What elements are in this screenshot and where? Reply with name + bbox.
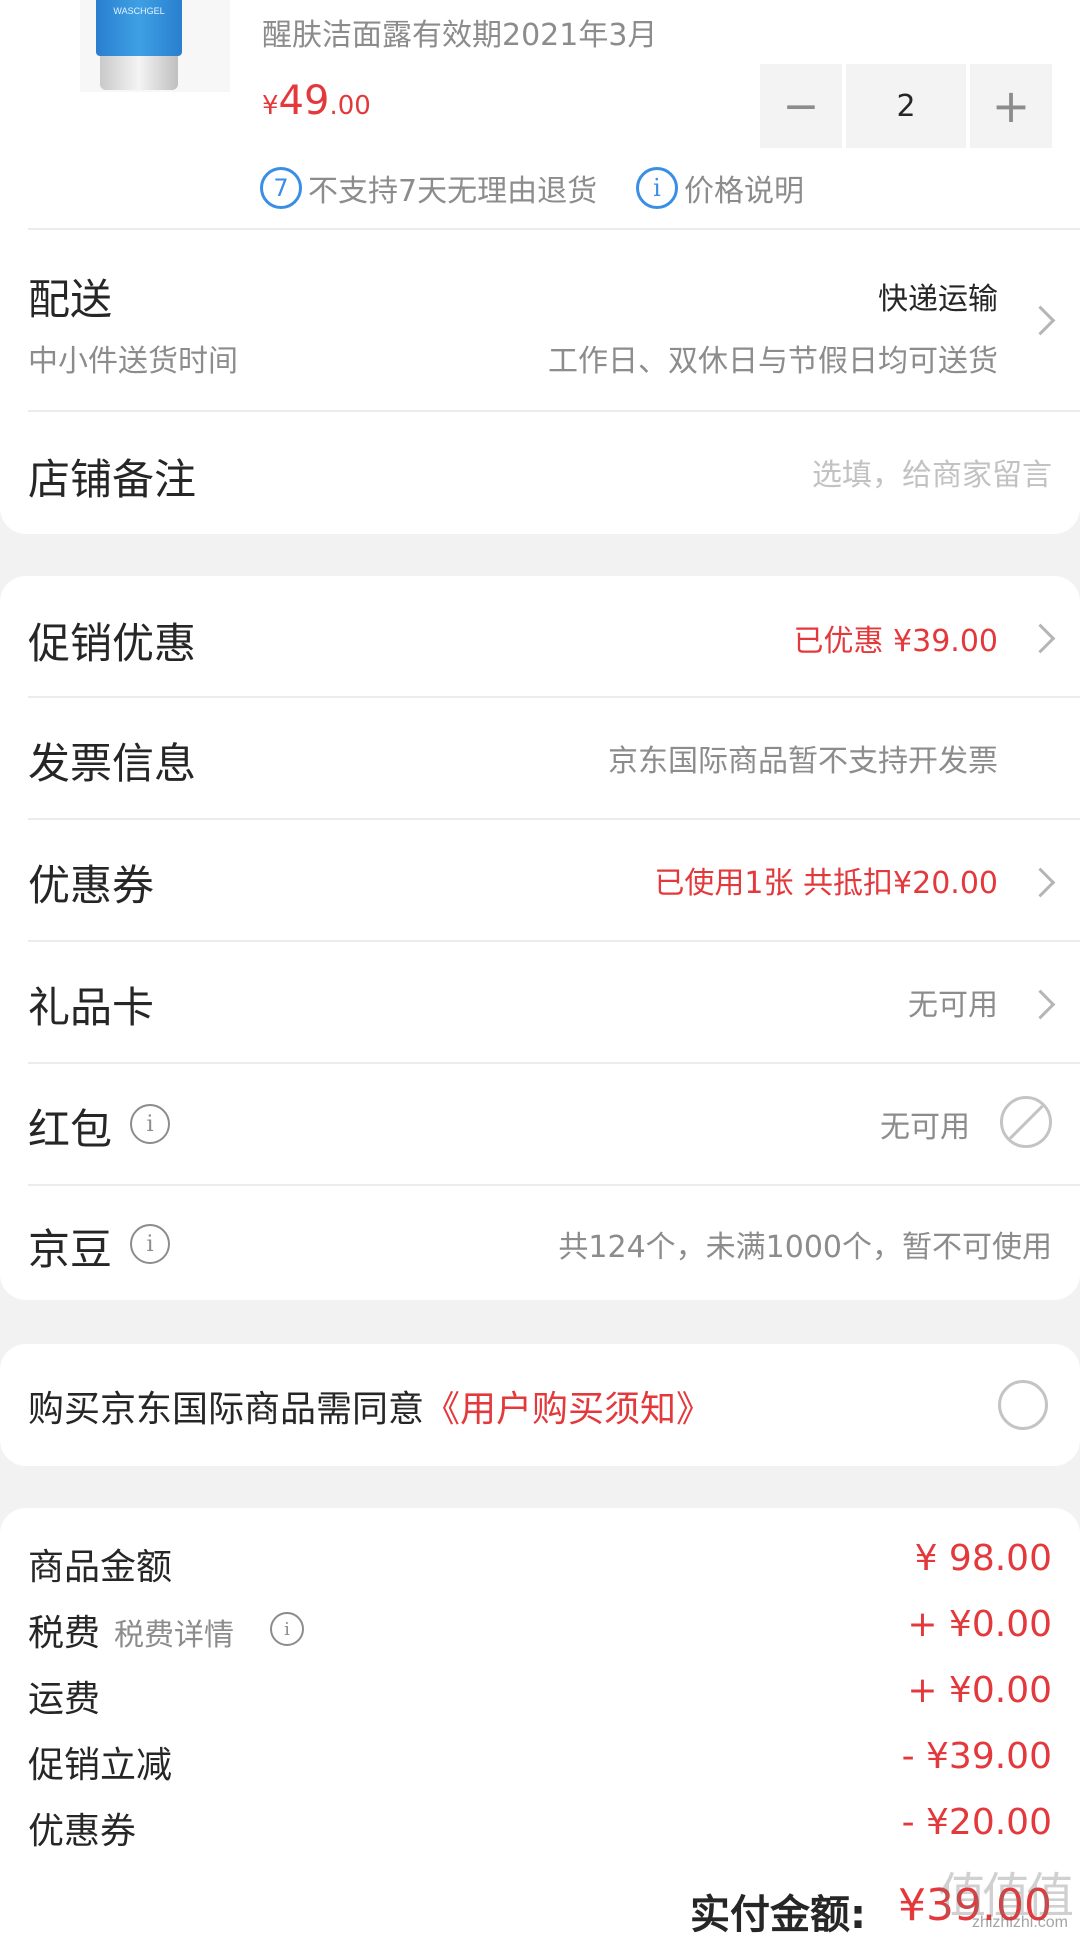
coupon-label: 优惠券 (28, 861, 155, 910)
no-return-icon: 7 (260, 167, 302, 209)
info-icon[interactable]: i (270, 1612, 304, 1646)
watermark-site: zhizhizhi.com (971, 1914, 1068, 1931)
jingdou-row[interactable]: 京豆 i 共124个，未满1000个，暂不可使用 (0, 1186, 1080, 1300)
order-options-card: 促销优惠 已优惠 ¥39.00 发票信息 京东国际商品暂不支持开发票 优惠券 已… (0, 576, 1080, 1300)
product-tube-body: WASCHGEL (96, 0, 182, 56)
minus-icon: − (782, 80, 820, 132)
info-icon-glyph: i (146, 1231, 154, 1257)
delivery-row[interactable]: 配送 快递运输 中小件送货时间 工作日、双休日与节假日均可送货 (0, 230, 1080, 410)
no-return-text: 不支持7天无理由退货 (308, 174, 598, 209)
invoice-row[interactable]: 发票信息 京东国际商品暂不支持开发票 (0, 698, 1080, 818)
chevron-right-icon (1025, 867, 1056, 898)
agreement-card: 购买京东国际商品需同意《用户购买须知》 (0, 1344, 1080, 1466)
promo-discount-value: - ¥39.00 (901, 1736, 1052, 1777)
no-return-notice[interactable]: 7 不支持7天无理由退货 (260, 166, 597, 210)
price-note-link[interactable]: i 价格说明 (636, 166, 804, 210)
store-note-row[interactable]: 店铺备注 选填，给商家留言 (0, 412, 1080, 532)
price-integer: 49 (278, 78, 330, 124)
delivery-label: 配送 (28, 275, 113, 324)
agreement-prefix: 购买京东国际商品需同意 (28, 1389, 425, 1430)
quantity-input[interactable]: 2 (846, 64, 966, 148)
product-brand-text: WASCHGEL (113, 6, 165, 16)
no-return-badge-number: 7 (273, 174, 289, 202)
product-tube-cap (100, 56, 178, 90)
agreement-text: 购买京东国际商品需同意《用户购买须知》 (28, 1380, 712, 1432)
quantity-value: 2 (896, 88, 916, 124)
promotion-value: 已优惠 ¥39.00 (793, 624, 998, 659)
purchase-terms-link[interactable]: 《用户购买须知》 (424, 1389, 712, 1430)
goods-amount-value: ¥ 98.00 (914, 1538, 1052, 1579)
delivery-time-label: 中小件送货时间 (28, 344, 238, 379)
info-icon: i (636, 167, 678, 209)
shipping-value: + ¥0.00 (907, 1670, 1052, 1711)
tax-value: + ¥0.00 (907, 1604, 1052, 1645)
info-icon-glyph: i (284, 1618, 290, 1640)
giftcard-row[interactable]: 礼品卡 无可用 (0, 942, 1080, 1062)
store-note-label: 店铺备注 (28, 455, 197, 504)
tax-label: 税费 (28, 1613, 101, 1654)
invoice-value: 京东国际商品暂不支持开发票 (608, 744, 998, 779)
redpacket-row[interactable]: 红包 i 无可用 (0, 1064, 1080, 1184)
quantity-decrease-button[interactable]: − (760, 64, 842, 148)
store-note-input[interactable]: 选填，给商家留言 (812, 450, 1052, 494)
info-icon[interactable]: i (130, 1104, 170, 1144)
price-decimal: .00 (329, 91, 371, 121)
shipping-label: 运费 (28, 1679, 101, 1720)
coupon-discount-label: 优惠券 (28, 1811, 137, 1852)
chevron-right-icon (1025, 623, 1056, 654)
plus-icon: + (991, 79, 1031, 133)
price-note-text: 价格说明 (684, 174, 804, 209)
promo-discount-label: 促销立减 (28, 1745, 173, 1786)
tax-detail-link[interactable]: 税费详情 (114, 1610, 234, 1654)
info-icon[interactable]: i (130, 1224, 170, 1264)
info-icon-glyph: i (146, 1111, 154, 1137)
delivery-method: 快递运输 (878, 282, 998, 317)
agree-checkbox[interactable] (998, 1380, 1048, 1430)
coupon-value: 已使用1张 共抵扣¥20.00 (654, 866, 998, 901)
redpacket-value: 无可用 (880, 1110, 970, 1145)
coupon-row[interactable]: 优惠券 已使用1张 共抵扣¥20.00 (0, 820, 1080, 940)
chevron-right-icon (1025, 989, 1056, 1020)
price-currency: ¥ (262, 91, 279, 121)
price-note-icon-glyph: i (653, 174, 661, 202)
redpacket-label: 红包 (28, 1105, 113, 1154)
total-label: 实付金额: (690, 1892, 866, 1938)
jingdou-value: 共124个，未满1000个，暂不可使用 (558, 1230, 1052, 1265)
giftcard-label: 礼品卡 (28, 983, 155, 1032)
disabled-icon (1000, 1096, 1052, 1148)
product-price: ¥49.00 (262, 78, 371, 124)
product-image[interactable]: WASCHGEL (80, 0, 230, 92)
coupon-discount-value: - ¥20.00 (901, 1802, 1052, 1843)
jingdou-label: 京豆 (28, 1225, 113, 1274)
chevron-right-icon (1025, 305, 1056, 336)
giftcard-value: 无可用 (908, 988, 998, 1023)
invoice-label: 发票信息 (28, 739, 197, 788)
price-summary-card: 商品金额 ¥ 98.00 税费 税费详情 i + ¥0.00 运费 + ¥0.0… (0, 1508, 1080, 1940)
order-item-card: WASCHGEL 醒肤洁面露有效期2021年3月 ¥49.00 − 2 + 7 … (0, 0, 1080, 534)
delivery-time-value: 工作日、双休日与节假日均可送货 (548, 344, 998, 379)
disabled-icon-slash (1006, 1100, 1048, 1143)
quantity-increase-button[interactable]: + (970, 64, 1052, 148)
product-name[interactable]: 醒肤洁面露有效期2021年3月 (262, 10, 657, 54)
promotion-row[interactable]: 促销优惠 已优惠 ¥39.00 (0, 576, 1080, 696)
goods-amount-label: 商品金额 (28, 1547, 173, 1588)
promotion-label: 促销优惠 (28, 619, 197, 668)
